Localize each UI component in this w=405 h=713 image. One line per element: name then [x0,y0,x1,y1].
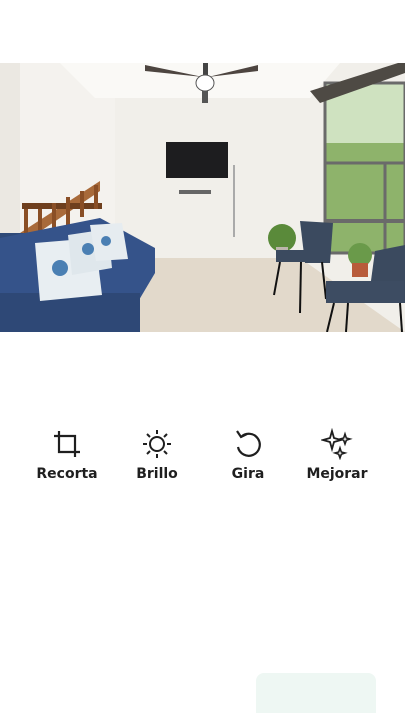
brightness-label: Brillo [136,466,178,482]
photo-preview [0,63,405,332]
crop-button[interactable]: Recorta [22,428,112,482]
crop-icon [54,431,80,457]
enhance-button[interactable]: Mejorar [292,428,382,482]
living-room-image [0,63,405,332]
rotate-button[interactable]: Gira [203,428,293,482]
enhance-label: Mejorar [306,466,368,482]
rotate-label: Gira [231,466,265,482]
brightness-icon [143,430,171,458]
rotate-icon [236,430,261,457]
sparkles-icon [321,428,353,460]
edit-toolbar: Recorta Brillo Gira Mejorar [0,428,405,488]
crop-label: Recorta [36,466,98,482]
brightness-button[interactable]: Brillo [112,428,202,482]
bottom-action-button[interactable] [256,673,376,713]
